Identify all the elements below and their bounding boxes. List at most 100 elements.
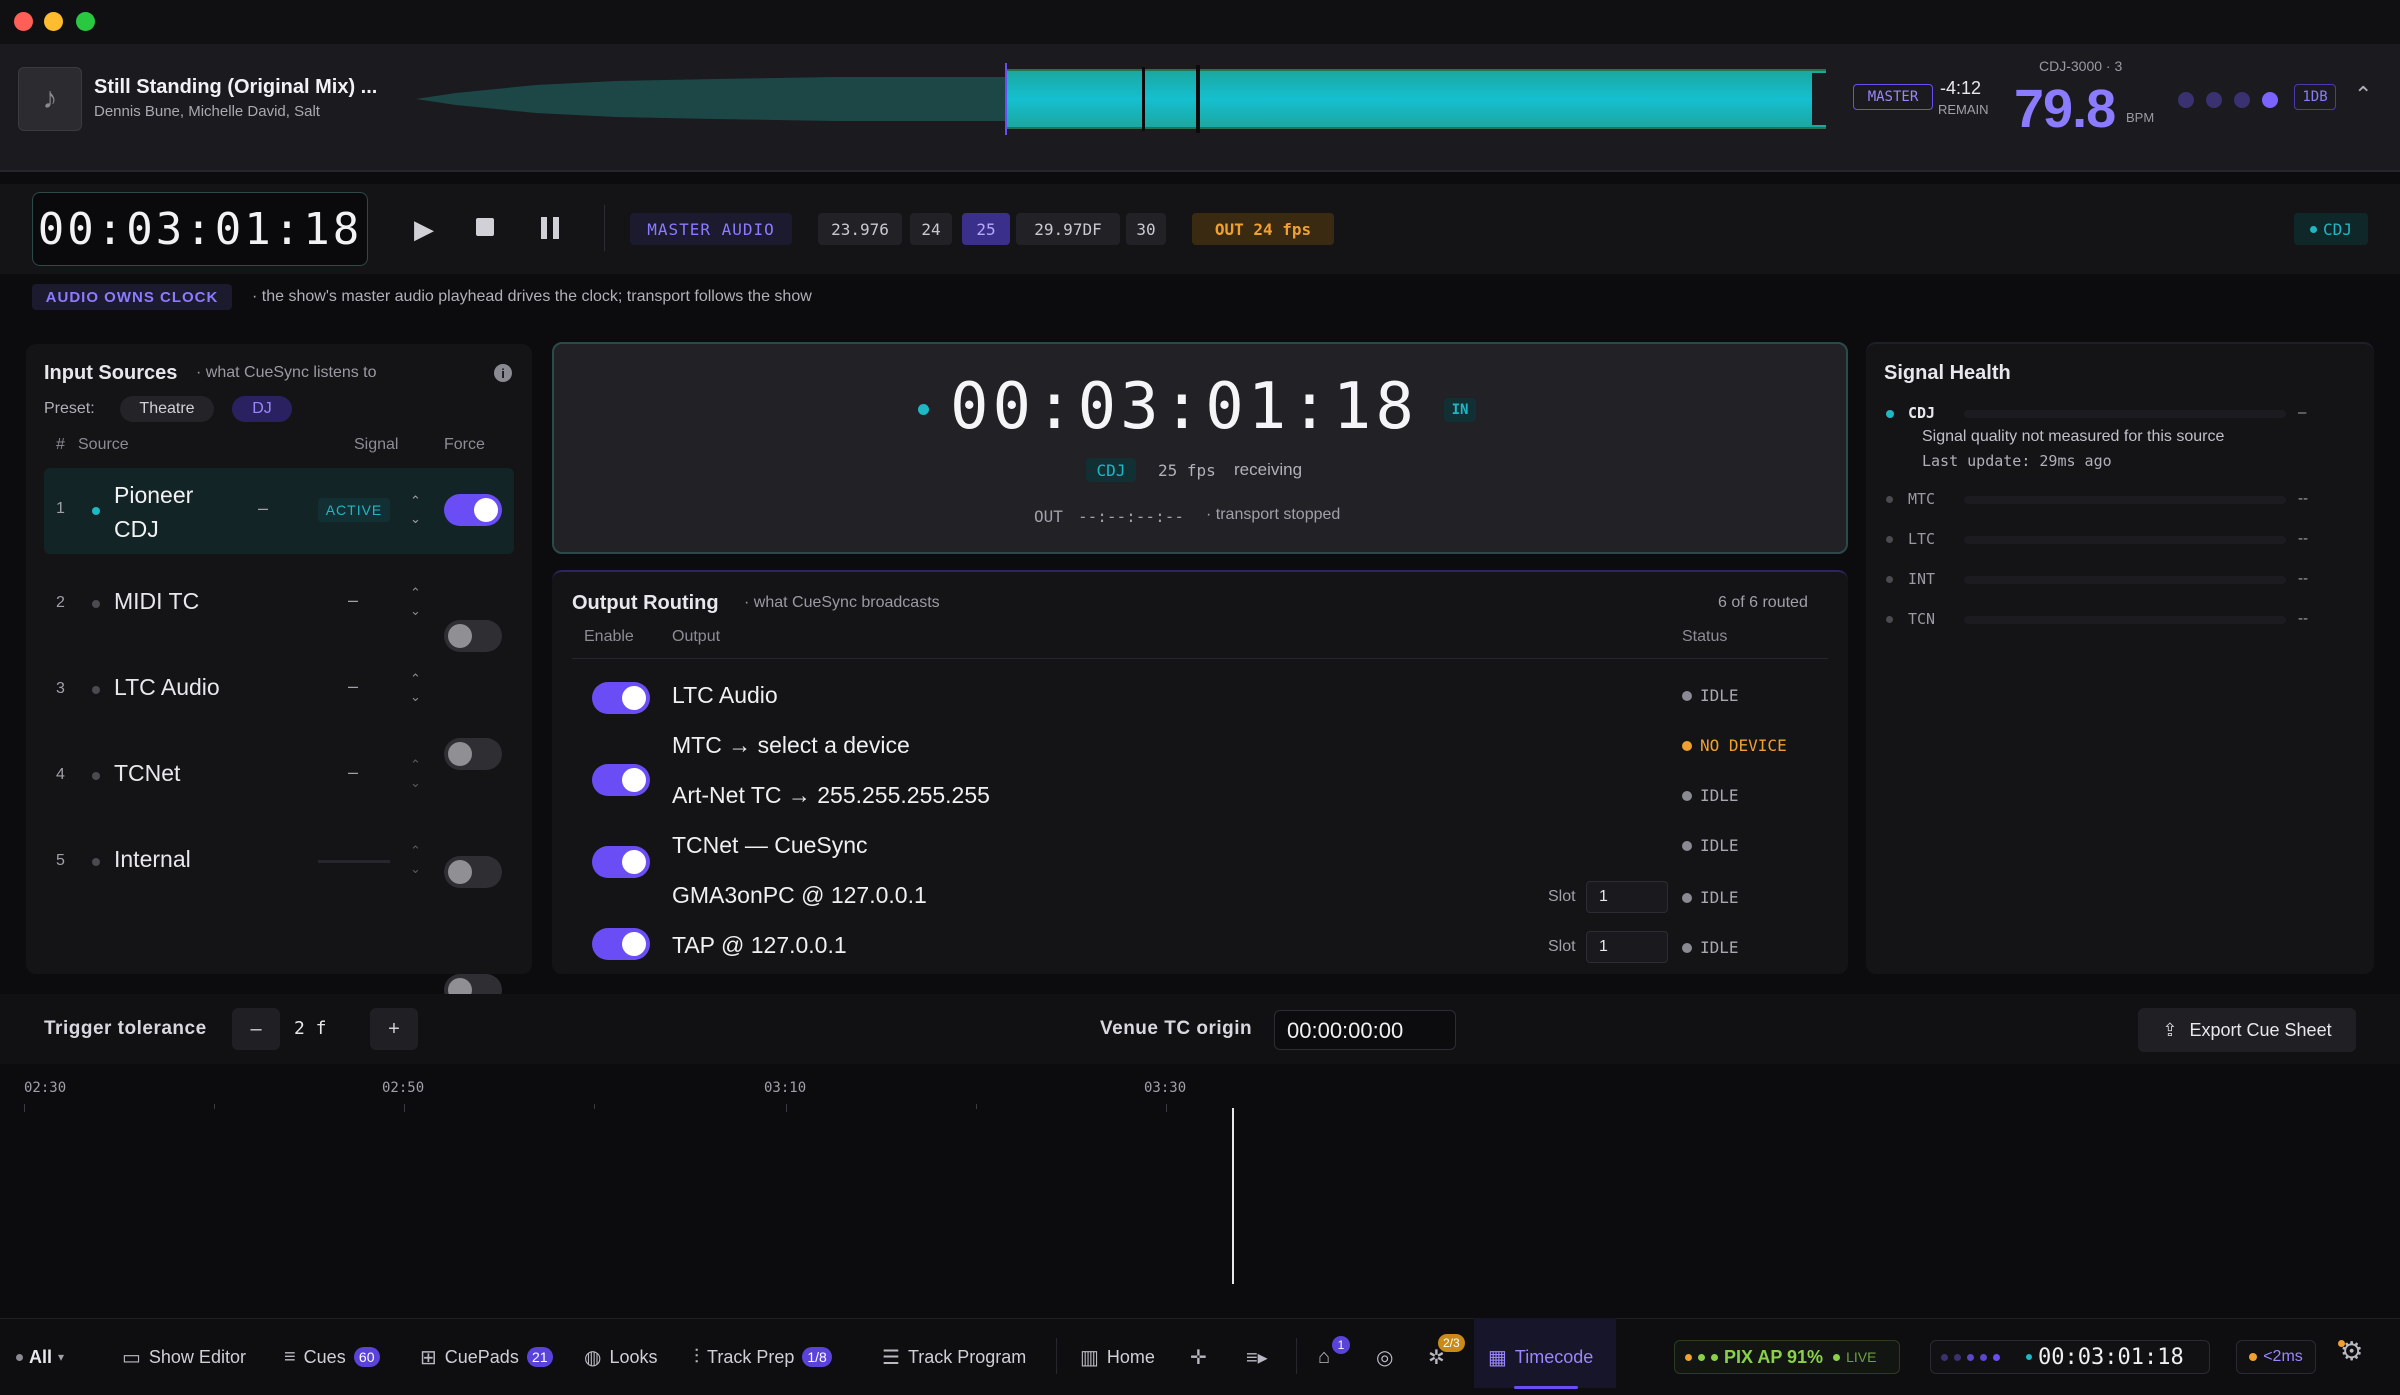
- in-badge: IN: [1444, 398, 1476, 422]
- fps-option-30[interactable]: 30: [1126, 213, 1166, 245]
- track-waveform[interactable]: [416, 63, 1826, 135]
- slot-label: Slot: [1548, 938, 1576, 955]
- column-header-signal: Signal: [354, 436, 399, 453]
- source-name: Pioneer CDJ: [114, 482, 194, 542]
- source-tag: CDJ: [2294, 213, 2368, 245]
- target-button[interactable]: ◎: [1376, 1340, 1393, 1374]
- fps-option-24[interactable]: 24: [910, 213, 952, 245]
- signal-quality-value: --: [2298, 530, 2308, 547]
- minimize-window-button[interactable]: [44, 12, 63, 31]
- column-header-source: Source: [78, 436, 129, 453]
- input-sources-title: Input Sources: [44, 362, 178, 384]
- output-name: TAP @ 127.0.0.1: [672, 932, 847, 958]
- output-status-label: IDLE: [1700, 786, 1739, 805]
- tab-home[interactable]: ▥ Home: [1080, 1340, 1155, 1374]
- force-toggle-midi-tc[interactable]: [444, 620, 502, 652]
- info-icon[interactable]: i: [494, 364, 512, 382]
- waveform-icon: ⫶: [694, 1345, 699, 1368]
- pause-icon[interactable]: [541, 217, 559, 239]
- timecode-icon: ▦: [1488, 1346, 1507, 1369]
- force-toggle-tcnet[interactable]: [444, 856, 502, 888]
- fps-option-25[interactable]: 25: [962, 213, 1010, 245]
- tab-cuepads[interactable]: ⊞ CuePads 21: [420, 1340, 553, 1374]
- force-toggle-ltc-audio[interactable]: [444, 738, 502, 770]
- stop-icon[interactable]: [476, 218, 494, 236]
- enable-toggle-ltc-audio[interactable]: [592, 682, 650, 714]
- group-button[interactable]: ✲ 2/3: [1428, 1334, 1465, 1374]
- cues-count-badge: 60: [353, 1347, 380, 1367]
- clock-source-button[interactable]: MASTER AUDIO: [630, 213, 792, 245]
- timeline-playhead[interactable]: [1232, 1108, 1234, 1284]
- priority-stepper[interactable]: ⌃ ⌄: [410, 842, 421, 878]
- preset-dj-button[interactable]: DJ: [232, 396, 292, 422]
- target-icon: ◎: [1376, 1346, 1394, 1369]
- source-status-dot: [2310, 225, 2318, 233]
- priority-stepper[interactable]: ⌃ ⌄: [410, 492, 421, 528]
- force-toggle-pioneer-cdj[interactable]: [444, 494, 502, 526]
- output-routing-subtitle: · what CueSync broadcasts: [744, 594, 940, 611]
- tolerance-decrease-button[interactable]: –: [232, 1008, 280, 1050]
- maximize-window-button[interactable]: [76, 12, 95, 31]
- signal-quality-bar: [1964, 410, 2286, 418]
- fps-option-2997df[interactable]: 29.97DF: [1016, 213, 1120, 245]
- remain-time: -4:12: [1940, 78, 1982, 98]
- filter-label: All: [29, 1346, 53, 1367]
- playhead-marker: [1005, 63, 1007, 135]
- enable-toggle-mtc[interactable]: [592, 764, 650, 796]
- tab-looks[interactable]: ◍ Looks: [584, 1340, 658, 1374]
- tab-label: Home: [1106, 1346, 1155, 1367]
- tab-cues[interactable]: ≡ Cues 60: [284, 1340, 380, 1374]
- enable-toggle-art-net[interactable]: [592, 846, 650, 878]
- timeline-tick-label: 02:50: [382, 1080, 425, 1096]
- tolerance-increase-button[interactable]: +: [370, 1008, 418, 1050]
- timeline-tick-label: 03:30: [1144, 1080, 1187, 1096]
- play-icon[interactable]: ▶: [414, 214, 434, 245]
- tab-label: Looks: [609, 1346, 658, 1367]
- track-artists: Dennis Bune, Michelle David, Salt: [94, 103, 320, 120]
- output-list[interactable]: LTC Audio IDLE MTC → select a device NO …: [572, 666, 1828, 964]
- signal-quality-value: --: [2298, 610, 2308, 627]
- latency-indicator: <2ms: [2236, 1340, 2316, 1374]
- source-status-dot: [92, 772, 100, 780]
- export-cue-sheet-button[interactable]: ⇪ Export Cue Sheet: [2138, 1008, 2356, 1052]
- routed-count: 6 of 6 routed: [1718, 594, 1808, 611]
- out-fps-badge[interactable]: OUT 24 fps: [1192, 213, 1334, 245]
- move-tool-button[interactable]: ✛: [1190, 1340, 1207, 1374]
- signal-status-dot: [1886, 536, 1893, 543]
- priority-stepper[interactable]: ⌃ ⌄: [410, 756, 421, 792]
- filter-dropdown[interactable]: All ▾: [16, 1340, 64, 1374]
- notifications-button[interactable]: ⌂ 1: [1318, 1336, 1350, 1374]
- source-status-dot: [92, 600, 100, 608]
- tab-label: Cues: [303, 1346, 346, 1367]
- tolerance-value[interactable]: 2 f: [294, 1018, 327, 1039]
- tab-track-prep[interactable]: ⫶ Track Prep 1/8: [694, 1340, 832, 1374]
- output-routing-title: Output Routing: [572, 592, 719, 614]
- source-signal: –: [348, 762, 359, 782]
- output-status-label: IDLE: [1700, 938, 1739, 957]
- pix-status-indicator[interactable]: PIX AP 91% LIVE: [1674, 1340, 1900, 1374]
- queue-button[interactable]: ≡▸: [1246, 1340, 1268, 1374]
- signal-status-dot: [1886, 576, 1893, 583]
- enable-toggle-tcnet[interactable]: [592, 928, 650, 960]
- priority-stepper[interactable]: ⌃ ⌄: [410, 670, 421, 706]
- tab-show-editor[interactable]: ▭ Show Editor: [122, 1340, 246, 1374]
- tab-track-program[interactable]: ☰ Track Program: [882, 1340, 1026, 1374]
- priority-stepper[interactable]: ⌃ ⌄: [410, 584, 421, 620]
- preset-theatre-button[interactable]: Theatre: [120, 396, 214, 422]
- chevron-up-icon[interactable]: ⌃: [2354, 82, 2372, 108]
- settings-alert-dot: [2338, 1340, 2345, 1347]
- venue-tc-origin-input[interactable]: 00:00:00:00: [1274, 1010, 1456, 1050]
- clock-status-dot: [918, 404, 929, 415]
- slot-input[interactable]: 1: [1586, 931, 1668, 963]
- group-count-badge: 2/3: [1438, 1334, 1465, 1352]
- clock-state: receiving: [1234, 460, 1303, 479]
- tab-timecode[interactable]: ▦ Timecode: [1488, 1340, 1593, 1374]
- timeline-tick-label: 03:10: [764, 1080, 807, 1096]
- slot-label: Slot: [1548, 888, 1576, 905]
- close-window-button[interactable]: [14, 12, 33, 31]
- timeline[interactable]: [0, 1068, 2400, 1318]
- column-header-output: Output: [672, 628, 721, 645]
- slot-input[interactable]: 1: [1586, 881, 1668, 913]
- fps-option-23976[interactable]: 23.976: [818, 213, 902, 245]
- signal-quality-value: --: [2298, 490, 2308, 507]
